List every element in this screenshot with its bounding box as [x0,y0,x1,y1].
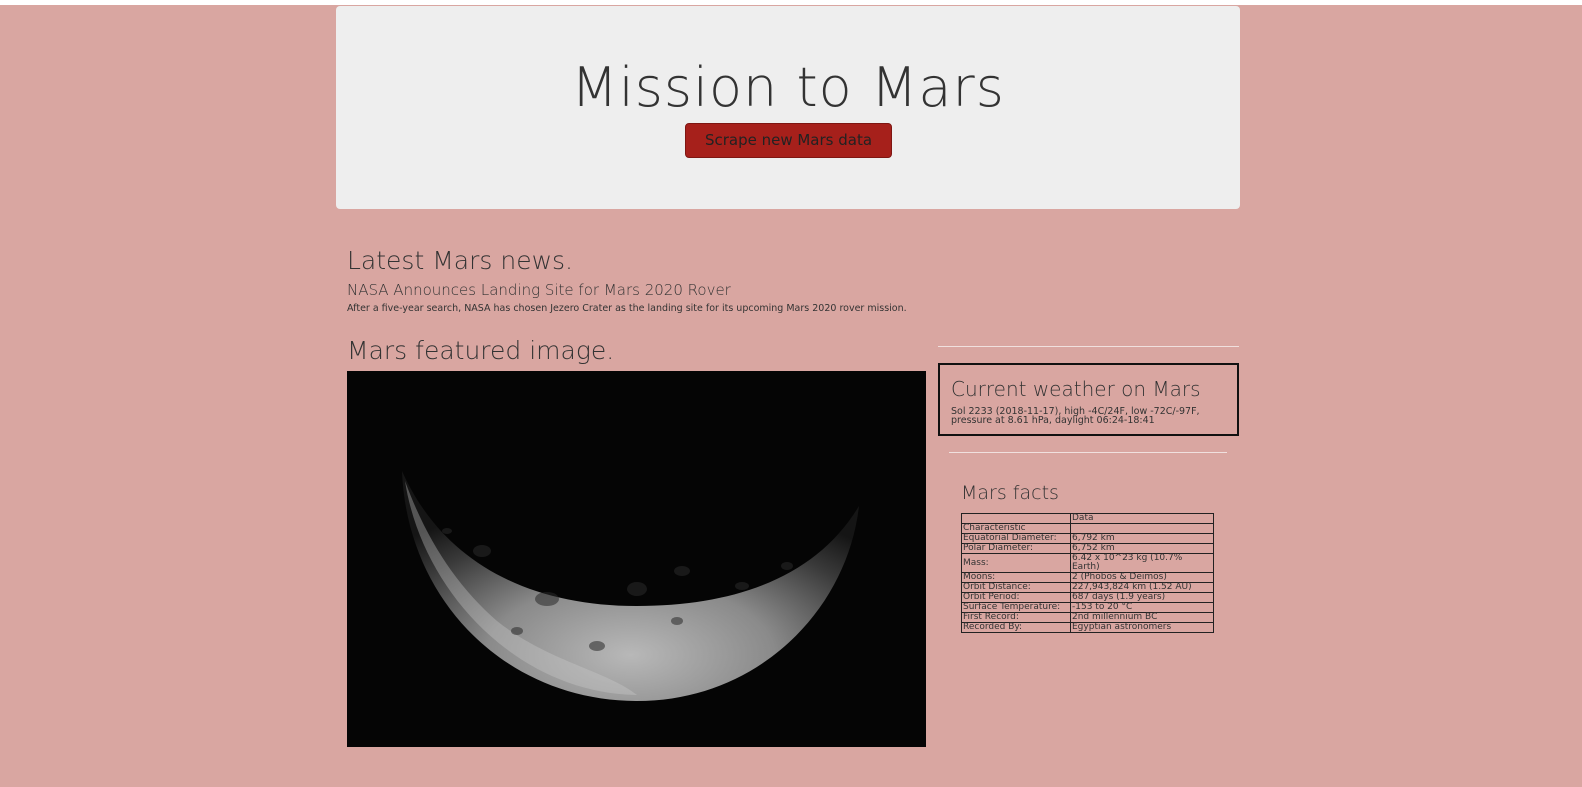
top-border [0,0,1582,5]
fact-label: Polar Diameter: [961,543,1071,554]
table-row: Surface Temperature: -153 to 20 °C [961,602,1214,613]
fact-value: 6.42 x 10^23 kg (10.7% Earth) [1070,553,1214,573]
news-heading: Latest Mars news. [347,246,573,275]
facts-column-header [961,513,1071,524]
table-row: Polar Diameter: 6,752 km [961,543,1214,554]
page-title: Mission to Mars [571,56,1005,119]
facts-column-header: Data [1070,513,1214,524]
fact-label: Mass: [961,553,1071,573]
facts-header-row: Data [961,513,1214,524]
weather-heading: Current weather on Mars [951,377,1201,401]
facts-index-row: Characteristic [961,523,1214,534]
fact-label: Equatorial Diameter: [961,533,1071,544]
fact-label: Orbit Period: [961,592,1071,603]
news-paragraph: After a five-year search, NASA has chose… [347,303,907,314]
divider-top [938,346,1239,347]
table-row: First Record: 2nd millennium BC [961,612,1214,623]
weather-box: Current weather on Mars Sol 2233 (2018-1… [938,363,1239,436]
fact-value: 6,792 km [1070,533,1214,544]
table-row: Recorded By: Egyptian astronomers [961,622,1214,633]
table-row: Moons: 2 (Phobos & Deimos) [961,572,1214,583]
facts-heading: Mars facts [961,482,1059,504]
fact-label: Moons: [961,572,1071,583]
fact-label: Orbit Distance: [961,582,1071,593]
news-section: Latest Mars news. NASA Announces Landing… [347,246,1227,314]
fact-label: Recorded By: [961,622,1071,633]
table-row: Orbit Distance: 227,943,824 km (1.52 AU) [961,582,1214,593]
fact-value: 227,943,824 km (1.52 AU) [1070,582,1214,593]
facts-index-empty [1070,523,1214,534]
facts-index-label: Characteristic [961,523,1071,534]
table-row: Orbit Period: 687 days (1.9 years) [961,592,1214,603]
fact-value: 6,752 km [1070,543,1214,554]
divider-bottom [949,452,1227,453]
mars-moon-crescent-image [347,371,926,747]
fact-value: 2nd millennium BC [1070,612,1214,623]
featured-image-heading: Mars featured image. [347,336,615,365]
weather-text: Sol 2233 (2018-11-17), high -4C/24F, low… [951,406,1200,426]
fact-value: 687 days (1.9 years) [1070,592,1214,603]
table-row: Mass: 6.42 x 10^23 kg (10.7% Earth) [961,553,1214,573]
fact-value: 2 (Phobos & Deimos) [1070,572,1214,583]
featured-image [347,371,926,747]
jumbotron-header: Mission to Mars Scrape new Mars data [336,6,1240,209]
fact-label: First Record: [961,612,1071,623]
facts-table: Data Characteristic Equatorial Diameter:… [961,513,1214,633]
table-row: Equatorial Diameter: 6,792 km [961,533,1214,544]
fact-value: -153 to 20 °C [1070,602,1214,613]
news-title: NASA Announces Landing Site for Mars 202… [347,281,731,299]
fact-label: Surface Temperature: [961,602,1071,613]
fact-value: Egyptian astronomers [1070,622,1214,633]
page-container: Mission to Mars Scrape new Mars data [336,6,1240,209]
scrape-button[interactable]: Scrape new Mars data [685,123,892,158]
